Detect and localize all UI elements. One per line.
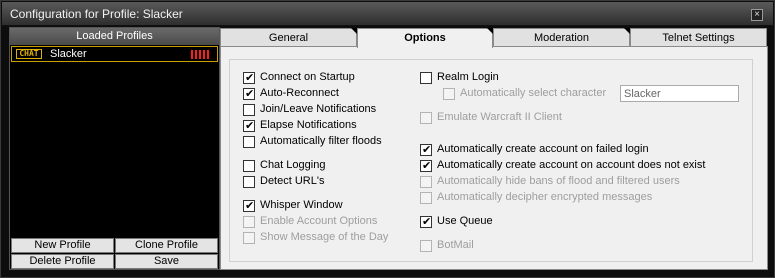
checkbox-label: Automatically select character xyxy=(460,87,607,99)
checkbox-box xyxy=(420,240,432,252)
checkbox-label: Show Message of the Day xyxy=(260,231,389,243)
checkbox-label: Emulate Warcraft II Client xyxy=(437,111,562,123)
checkbox-box xyxy=(420,159,432,172)
tab-label: Moderation xyxy=(533,32,590,44)
signal-strength-icon xyxy=(191,50,211,59)
checkbox-label: Elapse Notifications xyxy=(260,119,357,131)
save-button[interactable]: Save xyxy=(115,254,218,269)
checkbox-label: Automatically decipher encrypted message… xyxy=(437,191,653,203)
checkbox-label: Enable Account Options xyxy=(260,215,378,227)
new-profile-button[interactable]: New Profile xyxy=(11,238,114,253)
checkbox-label: Whisper Window xyxy=(260,199,343,211)
tab-moderation[interactable]: Moderation xyxy=(493,28,630,47)
checkbox-label: Automatically hide bans of flood and fil… xyxy=(437,175,680,187)
config-window: Configuration for Profile: Slacker × Loa… xyxy=(0,0,775,278)
options-tab-content: Connect on Startup Auto-Reconnect Join/L… xyxy=(220,46,768,270)
checkbox-label: Join/Leave Notifications xyxy=(260,103,377,115)
checkbox-box xyxy=(420,176,432,188)
checkbox-box xyxy=(243,176,255,188)
checkbox-label: Detect URL's xyxy=(260,175,325,187)
checkbox-box xyxy=(243,160,255,172)
checkbox-label: Auto-Reconnect xyxy=(260,87,339,99)
tab-corner-icon xyxy=(487,28,493,34)
clone-profile-button[interactable]: Clone Profile xyxy=(115,238,218,253)
checkbox-box xyxy=(420,192,432,204)
checkbox-box xyxy=(243,136,255,148)
checkbox-box xyxy=(420,143,432,156)
profile-list-item[interactable]: CHAT Slacker xyxy=(11,46,218,62)
loaded-profiles-panel: Loaded Profiles CHAT Slacker New Profile… xyxy=(9,27,220,270)
checkbox-box xyxy=(420,112,432,124)
checkbox-box xyxy=(243,119,255,132)
checkbox-box xyxy=(420,215,432,228)
profile-name: Slacker xyxy=(50,48,87,60)
checkbox-label: Automatically filter floods xyxy=(260,135,382,147)
chat-icon: CHAT xyxy=(16,49,42,59)
checkbox-box xyxy=(243,87,255,100)
tab-general[interactable]: General xyxy=(220,28,357,47)
delete-profile-button[interactable]: Delete Profile xyxy=(11,254,114,269)
checkbox-label: Automatically create account on failed l… xyxy=(437,143,649,155)
close-icon[interactable]: × xyxy=(751,9,763,21)
checkbox-box xyxy=(420,72,432,84)
window-title: Configuration for Profile: Slacker xyxy=(10,7,183,21)
checkbox-label: Use Queue xyxy=(437,215,493,227)
checkbox-box xyxy=(243,104,255,116)
checkbox-box xyxy=(443,88,455,100)
title-bar: Configuration for Profile: Slacker × xyxy=(2,2,773,26)
tab-label: Options xyxy=(404,32,446,44)
checkbox-box xyxy=(243,71,255,84)
checkbox-box xyxy=(243,199,255,212)
checkbox-label: Connect on Startup xyxy=(260,71,355,83)
tab-label: General xyxy=(268,32,309,44)
loaded-profiles-header: Loaded Profiles xyxy=(10,28,219,45)
checkbox-label: Chat Logging xyxy=(260,159,326,171)
tab-options[interactable]: Options xyxy=(357,28,493,48)
tab-telnet-settings[interactable]: Telnet Settings xyxy=(630,28,767,47)
checkbox-box xyxy=(243,232,255,244)
checkbox-label: Automatically create account on account … xyxy=(437,159,706,171)
tab-label: Telnet Settings xyxy=(662,32,735,44)
tab-bar: General Options Moderation Telnet Settin… xyxy=(220,28,768,48)
checkbox-box xyxy=(243,216,255,228)
checkbox-label: BotMail xyxy=(437,239,474,251)
checkbox-label: Realm Login xyxy=(437,71,499,83)
character-name-input[interactable] xyxy=(620,85,739,102)
